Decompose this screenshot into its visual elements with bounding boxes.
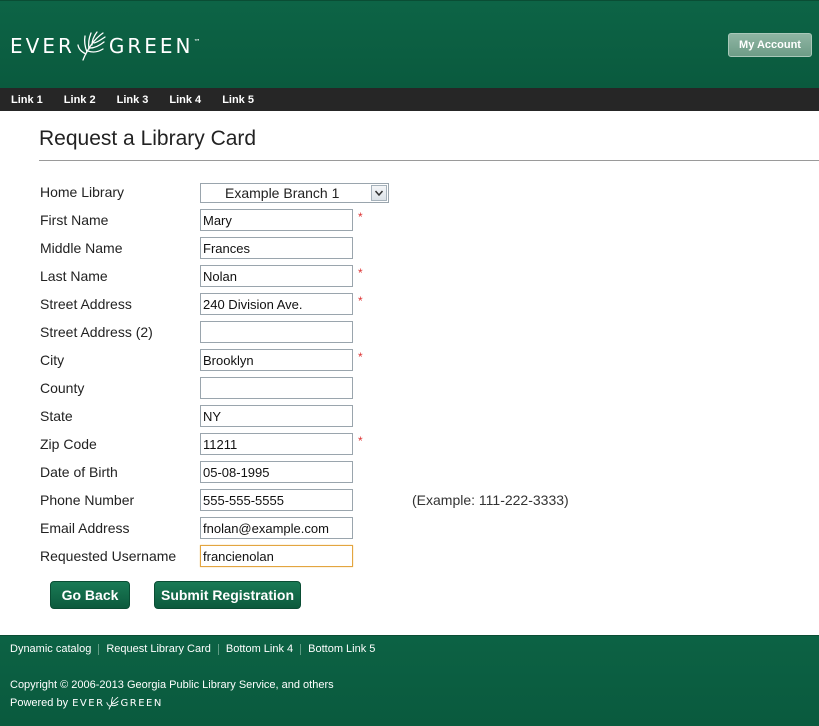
footer-logo-text-right: GREEN (120, 697, 163, 709)
footer-link-request-library-card[interactable]: Request Library Card (106, 643, 211, 655)
required-marker: * (358, 266, 363, 280)
nav-link-5[interactable]: Link 5 (222, 94, 254, 106)
page-title: Request a Library Card (39, 127, 257, 150)
logo-text-left: EVER (10, 34, 75, 58)
trademark-symbol: ™ (193, 38, 201, 46)
date-of-birth-input[interactable] (200, 461, 353, 483)
phone-number-label: Phone Number (40, 492, 135, 508)
city-input[interactable] (200, 349, 353, 371)
footer-logo-text-left: EVER (72, 697, 105, 709)
form-row-last-name: Last Name * (0, 263, 819, 291)
footer-links: Dynamic catalog Request Library Card Bot… (10, 643, 375, 655)
form-row-date-of-birth: Date of Birth (0, 459, 819, 487)
state-label: State (40, 408, 73, 424)
copyright-text: Copyright © 2006-2013 Georgia Public Lib… (10, 679, 334, 691)
my-account-button[interactable]: My Account (728, 33, 812, 57)
title-divider (39, 160, 819, 161)
zip-code-input[interactable] (200, 433, 353, 455)
middle-name-input[interactable] (200, 237, 353, 259)
form-row-street-address: Street Address * (0, 291, 819, 319)
logo-text-right: GREEN (108, 34, 194, 58)
site-footer: Dynamic catalog Request Library Card Bot… (0, 635, 819, 726)
required-marker: * (358, 210, 363, 224)
county-label: County (40, 380, 85, 396)
form-row-city: City * (0, 347, 819, 375)
footer-evergreen-logo[interactable]: EVER GREEN (72, 696, 163, 710)
nav-link-3[interactable]: Link 3 (117, 94, 149, 106)
street-address-input[interactable] (200, 293, 353, 315)
street-address-label: Street Address (40, 296, 132, 312)
email-address-label: Email Address (40, 520, 130, 536)
home-library-label: Home Library (40, 184, 125, 200)
powered-by: Powered by EVER GREEN (10, 696, 163, 710)
form-row-requested-username: Requested Username (0, 543, 819, 571)
footer-link-bottom-4[interactable]: Bottom Link 4 (226, 643, 293, 655)
evergreen-logo[interactable]: EVER GREEN ™ (10, 28, 201, 64)
first-name-input[interactable] (200, 209, 353, 231)
form-row-phone-number: Phone Number (Example: 111-222-3333) (0, 487, 819, 515)
required-marker: * (358, 434, 363, 448)
form-row-street-address-2: Street Address (2) (0, 319, 819, 347)
powered-by-label: Powered by (10, 697, 69, 709)
footer-link-separator (300, 643, 302, 655)
form-row-state: State (0, 403, 819, 431)
footer-link-separator (98, 643, 100, 655)
home-library-select[interactable]: Example Branch 1 (200, 183, 389, 203)
required-marker: * (358, 294, 363, 308)
leaf-icon (77, 31, 106, 61)
site-header: EVER GREEN ™ My Account (0, 0, 819, 88)
email-address-input[interactable] (200, 517, 353, 539)
requested-username-input[interactable] (200, 545, 353, 567)
zip-code-label: Zip Code (40, 436, 97, 452)
requested-username-label: Requested Username (40, 548, 177, 564)
footer-link-bottom-5[interactable]: Bottom Link 5 (308, 643, 375, 655)
leaf-icon (105, 696, 119, 710)
submit-registration-button[interactable]: Submit Registration (154, 581, 301, 609)
go-back-button[interactable]: Go Back (50, 581, 130, 609)
footer-link-dynamic-catalog[interactable]: Dynamic catalog (10, 643, 91, 655)
middle-name-label: Middle Name (40, 240, 123, 256)
footer-link-separator (217, 643, 219, 655)
phone-number-input[interactable] (200, 489, 353, 511)
form-row-email-address: Email Address (0, 515, 819, 543)
nav-link-4[interactable]: Link 4 (169, 94, 201, 106)
street-address-2-input[interactable] (200, 321, 353, 343)
nav-link-2[interactable]: Link 2 (64, 94, 96, 106)
form-row-home-library: Home Library Example Branch 1 (0, 179, 819, 207)
street-address-2-label: Street Address (2) (40, 324, 153, 340)
top-nav: Link 1 Link 2 Link 3 Link 4 Link 5 (0, 88, 819, 111)
date-of-birth-label: Date of Birth (40, 464, 118, 480)
required-marker: * (358, 350, 363, 364)
county-input[interactable] (200, 377, 353, 399)
form-row-middle-name: Middle Name (0, 235, 819, 263)
form-row-first-name: First Name * (0, 207, 819, 235)
last-name-label: Last Name (40, 268, 108, 284)
first-name-label: First Name (40, 212, 109, 228)
state-input[interactable] (200, 405, 353, 427)
form-row-zip-code: Zip Code * (0, 431, 819, 459)
chevron-down-icon[interactable] (371, 185, 387, 201)
home-library-value: Example Branch 1 (225, 185, 340, 201)
phone-format-hint: (Example: 111-222-3333) (412, 492, 569, 508)
nav-link-1[interactable]: Link 1 (11, 94, 43, 106)
last-name-input[interactable] (200, 265, 353, 287)
city-label: City (40, 352, 65, 368)
form-row-county: County (0, 375, 819, 403)
